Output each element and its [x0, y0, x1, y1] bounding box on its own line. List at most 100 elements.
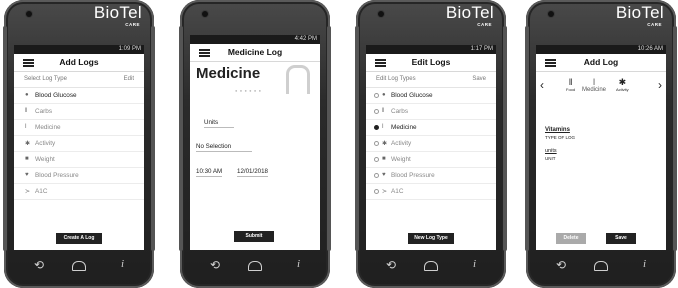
- units-field[interactable]: Units: [204, 119, 234, 128]
- unit-value[interactable]: units: [545, 148, 557, 154]
- delete-button[interactable]: Delete: [556, 233, 586, 244]
- back-arrow-icon[interactable]: ⟲: [556, 258, 566, 272]
- screen: 10:26 AM Add Log ‹ ǁ Food ǀ Medicine ✱ Acti…: [536, 45, 666, 250]
- navbar: ⟲ i: [536, 254, 666, 278]
- activity-icon: ✱: [382, 141, 388, 147]
- radio-button[interactable]: [374, 189, 379, 194]
- radio-button[interactable]: [374, 125, 379, 130]
- list-item[interactable]: ■ Weight: [366, 152, 496, 168]
- phone-bumper: [673, 26, 677, 251]
- list-item[interactable]: ǁ Carbs: [14, 104, 144, 120]
- navbar: ⟲ i: [366, 254, 496, 278]
- drop-icon: ●: [382, 92, 386, 98]
- brand-sub: CARE: [125, 22, 140, 27]
- submit-button[interactable]: Submit: [234, 231, 274, 242]
- list-item[interactable]: ● Blood Glucose: [366, 88, 496, 104]
- camera-icon: [26, 11, 32, 17]
- brand-logo: BioTel: [615, 3, 664, 22]
- radio-button[interactable]: [374, 109, 379, 114]
- list-item[interactable]: ǀ Medicine: [366, 120, 496, 136]
- list-item-label: A1C: [35, 188, 48, 195]
- tab-activity[interactable]: ✱ Activity: [616, 77, 629, 92]
- edit-button[interactable]: Edit: [124, 76, 134, 82]
- time-field[interactable]: 10:30 AM: [196, 168, 223, 177]
- subhead: Select Log Type Edit: [14, 72, 144, 88]
- list-item-label: Weight: [391, 156, 411, 163]
- medicine-icon: ǀ: [592, 77, 596, 87]
- scale-icon: ■: [382, 156, 386, 162]
- navbar: ⟲ i: [14, 254, 144, 278]
- home-icon[interactable]: [72, 261, 86, 271]
- back-arrow-icon[interactable]: ⟲: [386, 258, 396, 272]
- page-title: Add Logs: [59, 57, 99, 67]
- phone-bumper: [525, 26, 529, 251]
- list-item[interactable]: ● Blood Glucose: [14, 88, 144, 104]
- list-item[interactable]: ǁ Carbs: [366, 104, 496, 120]
- home-icon[interactable]: [424, 261, 438, 271]
- radio-button[interactable]: [374, 173, 379, 178]
- selection-field[interactable]: No Selection: [196, 143, 252, 152]
- list-item-label: Weight: [35, 156, 55, 163]
- home-icon[interactable]: [594, 261, 608, 271]
- new-log-type-button[interactable]: New Log Type: [408, 233, 454, 244]
- info-icon[interactable]: i: [121, 258, 124, 270]
- log-type-value[interactable]: Vitamins: [545, 127, 570, 133]
- date-field[interactable]: 12/01/2018: [237, 168, 268, 177]
- medicine-icon: [286, 65, 310, 94]
- list-item[interactable]: ✱ Activity: [366, 136, 496, 152]
- radio-button[interactable]: [374, 141, 379, 146]
- info-icon[interactable]: i: [297, 258, 300, 270]
- status-time: 4:42 PM: [190, 35, 320, 44]
- chevron-right-icon[interactable]: ›: [658, 78, 662, 92]
- list-item-label: Activity: [391, 140, 412, 147]
- subhead-label: Edit Log Types: [376, 76, 416, 82]
- tab-medicine[interactable]: ǀ Medicine: [582, 77, 606, 93]
- list-item[interactable]: ■ Weight: [14, 152, 144, 168]
- list-item[interactable]: ǀ Medicine: [14, 120, 144, 136]
- list-item-label: A1C: [391, 188, 404, 195]
- fork-knife-icon: ǁ: [382, 108, 385, 114]
- info-icon[interactable]: i: [643, 258, 646, 270]
- titlebar: Add Logs: [14, 54, 144, 72]
- drop-icon: ●: [25, 92, 29, 98]
- create-log-button[interactable]: Create A Log: [56, 233, 102, 244]
- back-arrow-icon[interactable]: ⟲: [210, 258, 220, 272]
- log-type-carousel: ‹ ǁ Food ǀ Medicine ✱ Activity ›: [536, 75, 666, 97]
- list-item[interactable]: ✱ Activity: [14, 136, 144, 152]
- list-item[interactable]: ♥ Blood Pressure: [14, 168, 144, 184]
- fork-knife-icon: ǁ: [25, 108, 28, 114]
- phone-bumper: [151, 26, 155, 251]
- list-item[interactable]: ≻ A1C: [14, 184, 144, 200]
- save-button[interactable]: Save: [606, 233, 636, 244]
- scale-icon: ■: [25, 156, 29, 162]
- back-arrow-icon[interactable]: ⟲: [34, 258, 44, 272]
- tab-food[interactable]: ǁ Food: [566, 77, 575, 92]
- chevron-left-icon[interactable]: ‹: [540, 78, 544, 92]
- log-type-caption: TYPE OF LOG: [545, 135, 576, 140]
- radio-button[interactable]: [374, 93, 379, 98]
- phone-bumper: [503, 26, 507, 251]
- phone-add-logs: BioTel CARE 1:09 PM Add Logs Select Log …: [3, 0, 155, 288]
- phone-bumper: [327, 26, 331, 251]
- list-item[interactable]: ♥ Blood Pressure: [366, 168, 496, 184]
- camera-icon: [202, 11, 208, 17]
- info-icon[interactable]: i: [473, 258, 476, 270]
- save-button[interactable]: Save: [472, 76, 486, 82]
- brand-sub: CARE: [477, 22, 492, 27]
- list-item-label: Blood Glucose: [391, 92, 433, 99]
- blood-pressure-icon: ♥: [25, 172, 29, 178]
- a1c-icon: ≻: [382, 189, 388, 195]
- phone-add-log: BioTel CARE 10:26 AM Add Log ‹ ǁ Food ǀ Me…: [525, 0, 677, 288]
- log-type-list: ● Blood Glucose ǁ Carbs ǀ Medicine ✱ Activity ■ W…: [366, 88, 496, 200]
- radio-button[interactable]: [374, 157, 379, 162]
- titlebar: Add Log: [536, 54, 666, 72]
- activity-icon: ✱: [618, 77, 627, 87]
- list-item-label: Carbs: [391, 108, 409, 115]
- page-dots: ● ● ● ● ● ●: [235, 88, 262, 93]
- list-item[interactable]: ≻ A1C: [366, 184, 496, 200]
- brand-logo: BioTel: [445, 3, 494, 22]
- activity-icon: ✱: [25, 141, 31, 147]
- medicine-icon: ǀ: [382, 124, 384, 130]
- home-icon[interactable]: [248, 261, 262, 271]
- list-item-label: Activity: [35, 140, 56, 147]
